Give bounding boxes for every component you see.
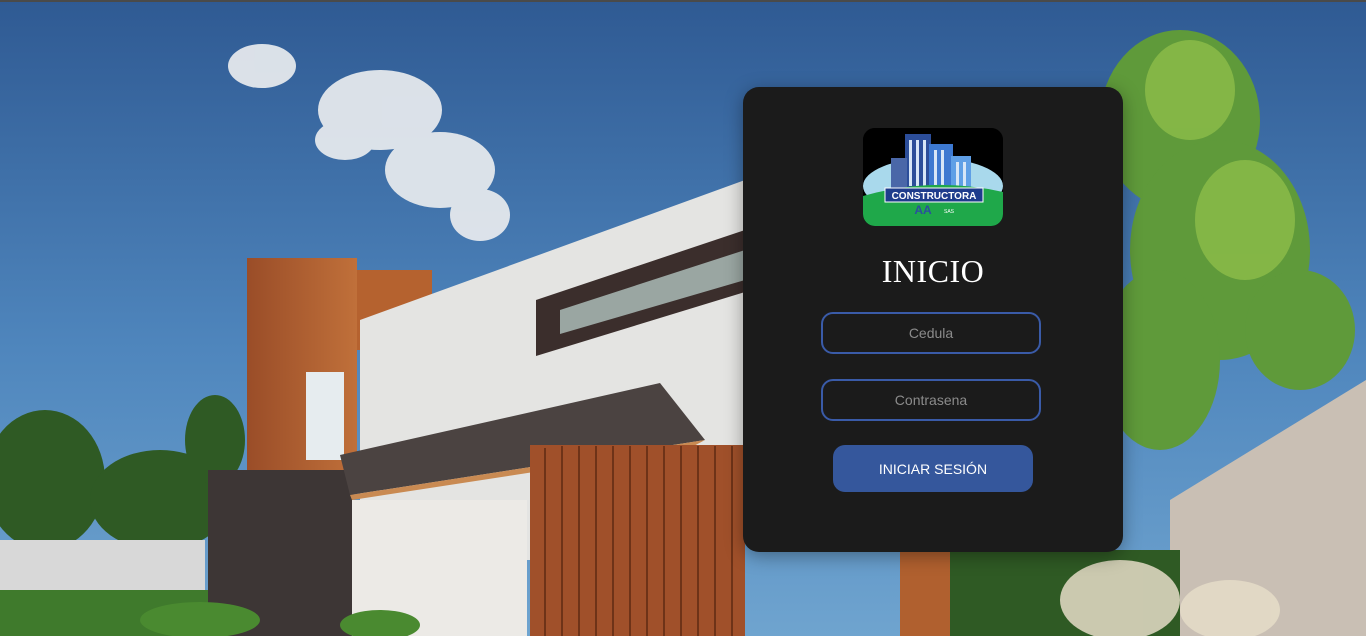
svg-text:SAS: SAS [944, 209, 955, 215]
svg-text:AA: AA [914, 203, 932, 217]
cedula-input[interactable] [821, 312, 1041, 354]
page-title: INICIO [881, 253, 985, 289]
password-input[interactable] [821, 379, 1041, 421]
background-house-image [0, 0, 1366, 636]
building-logo-icon: CONSTRUCTORA AA SAS [863, 128, 1003, 226]
top-border-line [0, 0, 1366, 2]
login-card: CONSTRUCTORA AA SAS INICIO INICIAR SESIÓ… [743, 87, 1123, 552]
svg-text:CONSTRUCTORA: CONSTRUCTORA [892, 191, 977, 202]
login-button[interactable]: INICIAR SESIÓN [833, 445, 1033, 492]
